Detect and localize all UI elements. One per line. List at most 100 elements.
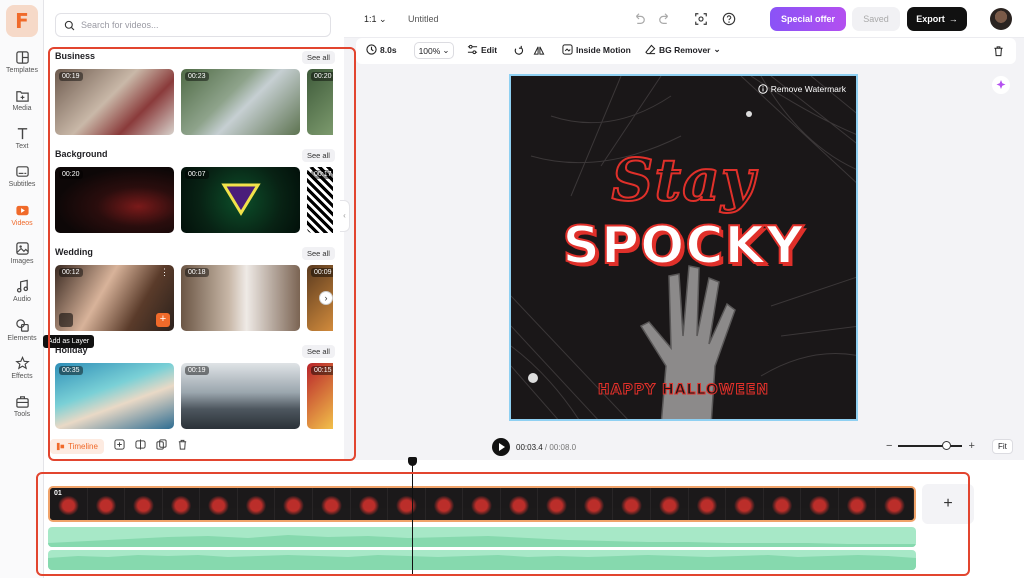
search-box[interactable] xyxy=(55,13,331,37)
tools-icon xyxy=(15,396,29,408)
flip-icon[interactable] xyxy=(533,45,545,56)
logo-letter: F xyxy=(15,9,29,33)
playback-time: 00:03.4 / 00:08.0 xyxy=(516,443,576,452)
video-thumbnail[interactable]: 00:23 xyxy=(181,69,300,135)
zoom-select[interactable]: 100% ⌄ xyxy=(414,42,454,59)
video-thumbnail[interactable]: 00:20 xyxy=(55,167,174,233)
app-logo[interactable]: F xyxy=(6,5,38,37)
add-track-button[interactable]: + xyxy=(922,484,974,524)
sidebar-item-label: Elements xyxy=(7,335,37,342)
search-icon xyxy=(64,20,75,30)
sidebar-item-label: Templates xyxy=(6,67,38,74)
undo-icon[interactable] xyxy=(632,12,646,26)
see-all-wedding-button[interactable]: See all xyxy=(302,247,335,260)
text-icon xyxy=(17,128,27,140)
collapse-panel-button[interactable]: ‹ xyxy=(340,200,350,232)
trash-icon[interactable] xyxy=(993,45,1004,57)
chevron-down-icon: ⌄ xyxy=(442,45,450,55)
add-video-button[interactable]: + xyxy=(156,313,170,327)
add-clip-icon[interactable] xyxy=(114,437,125,455)
sidebar-item-elements[interactable]: Elements xyxy=(0,318,44,354)
project-title[interactable]: Untitled xyxy=(408,14,439,24)
preview-icon[interactable] xyxy=(694,12,708,26)
video-thumbnail[interactable]: 00:19 xyxy=(181,363,300,429)
video-thumbnail[interactable]: 00:12 ⋮ + xyxy=(55,265,174,331)
sidebar-item-audio[interactable]: Audio xyxy=(0,279,44,315)
aspect-ratio-select[interactable]: 1:1 ⌄ xyxy=(364,14,387,25)
remove-watermark-label: Remove Watermark xyxy=(770,84,846,94)
inside-motion-label: Inside Motion xyxy=(576,44,631,55)
current-time: 00:03.4 xyxy=(516,443,543,452)
playhead-line[interactable] xyxy=(412,458,413,576)
sidebar-item-effects[interactable]: Effects xyxy=(0,356,44,392)
video-thumbnail[interactable]: 00:20 xyxy=(307,69,333,135)
edit-button[interactable]: Edit xyxy=(467,44,497,55)
bg-remover-label: BG Remover xyxy=(659,44,711,55)
sidebar-item-videos[interactable]: Videos xyxy=(0,203,44,239)
rotate-icon[interactable] xyxy=(513,45,524,56)
special-offer-button[interactable]: Special offer xyxy=(770,7,846,31)
sidebar-item-templates[interactable]: Templates xyxy=(0,50,44,86)
chevron-down-icon: ⌄ xyxy=(713,44,721,54)
section-title-business: Business xyxy=(55,51,96,61)
audio-track-1[interactable] xyxy=(48,527,916,547)
redo-icon[interactable] xyxy=(658,12,672,26)
timeline-icon xyxy=(56,442,65,450)
play-button[interactable] xyxy=(492,438,510,456)
saved-status-button: Saved xyxy=(852,7,900,31)
duration-value: 8.0s xyxy=(380,44,397,55)
delete-icon[interactable] xyxy=(177,437,188,455)
video-clip-track[interactable]: 01 xyxy=(48,486,916,522)
sidebar-item-subtitles[interactable]: Subtitles xyxy=(0,164,44,200)
video-canvas[interactable]: Remove Watermark Stay SPOCKY HAPPY HALLO… xyxy=(509,74,858,421)
zoom-in-icon[interactable]: + xyxy=(968,440,974,452)
user-avatar[interactable] xyxy=(990,8,1012,30)
export-button[interactable]: Export → xyxy=(907,7,967,31)
search-input[interactable] xyxy=(81,20,301,30)
subtitles-icon xyxy=(15,166,29,177)
timeline-label: Timeline xyxy=(68,441,98,451)
inside-motion-button[interactable]: Inside Motion xyxy=(562,44,631,55)
duration-label: 00:23 xyxy=(185,72,209,81)
arrow-right-icon: → xyxy=(948,14,958,24)
zoom-out-icon[interactable]: − xyxy=(886,440,892,452)
eraser-icon xyxy=(645,44,656,55)
audio-track-2[interactable] xyxy=(48,550,916,570)
sidebar-item-label: Tools xyxy=(13,411,31,418)
sidebar-item-images[interactable]: Images xyxy=(0,241,44,277)
split-icon[interactable] xyxy=(135,437,146,455)
magic-assistant-button[interactable] xyxy=(992,76,1010,94)
sidebar-item-tools[interactable]: Tools xyxy=(0,394,44,430)
video-thumbnail[interactable]: 00:19 xyxy=(55,69,174,135)
duration-button[interactable]: 8.0s xyxy=(366,44,397,55)
duration-label: 00:19 xyxy=(185,366,209,375)
duration-label: 00:20 xyxy=(311,72,333,81)
sidebar-item-media[interactable]: Media xyxy=(0,88,44,124)
add-as-layer-icon[interactable] xyxy=(59,313,73,327)
zoom-slider-knob[interactable] xyxy=(942,441,952,450)
zoom-value: 100% xyxy=(418,45,441,56)
bg-remover-button[interactable]: BG Remover ⌄ xyxy=(645,44,721,55)
duplicate-icon[interactable] xyxy=(156,437,167,455)
video-thumbnail[interactable]: 00:15 xyxy=(307,363,333,429)
remove-watermark-button[interactable]: Remove Watermark xyxy=(758,84,846,94)
video-thumbnail[interactable]: 00:18 xyxy=(181,265,300,331)
fit-button[interactable]: Fit xyxy=(992,439,1013,454)
help-icon[interactable] xyxy=(722,12,736,26)
see-all-background-button[interactable]: See all xyxy=(302,149,335,162)
elements-icon xyxy=(15,319,29,332)
see-all-holiday-button[interactable]: See all xyxy=(302,345,335,358)
section-title-background: Background xyxy=(55,149,108,159)
video-thumbnail[interactable]: 00:17 xyxy=(307,167,333,233)
timeline-toggle-button[interactable]: Timeline xyxy=(50,438,104,454)
happy-halloween-text: HAPPY HALLOWEEN xyxy=(597,382,770,399)
more-options-icon[interactable]: ⋮ xyxy=(160,268,169,277)
see-all-business-button[interactable]: See all xyxy=(302,51,335,64)
timeline-zoom-slider[interactable] xyxy=(898,441,963,450)
sidebar-item-text[interactable]: Text xyxy=(0,126,44,162)
video-thumbnail[interactable]: 00:07 xyxy=(181,167,300,233)
duration-label: 00:35 xyxy=(59,366,83,375)
export-label: Export xyxy=(916,14,945,24)
scroll-right-button[interactable]: › xyxy=(319,291,333,305)
video-thumbnail[interactable]: 00:35 xyxy=(55,363,174,429)
